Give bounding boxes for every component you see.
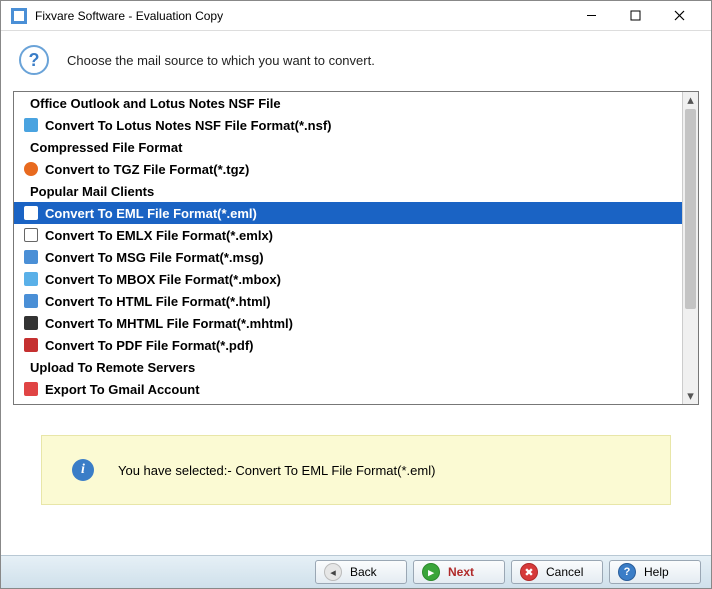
window-title: Fixvare Software - Evaluation Copy	[35, 9, 569, 23]
mhtml-icon	[19, 316, 43, 330]
nsf-icon	[19, 118, 43, 132]
help-icon: ?	[19, 45, 49, 75]
list-item[interactable]: Convert to TGZ File Format(*.tgz)	[14, 158, 682, 180]
next-button[interactable]: ▸ Next	[413, 560, 505, 584]
selection-status-text: You have selected:- Convert To EML File …	[118, 463, 435, 478]
gmail-icon	[19, 382, 43, 396]
msg-icon	[19, 250, 43, 264]
pdf-icon	[19, 338, 43, 352]
instruction-text: Choose the mail source to which you want…	[67, 53, 375, 68]
format-list[interactable]: Office Outlook and Lotus Notes NSF File C…	[14, 92, 682, 404]
mbox-icon	[19, 272, 43, 286]
tgz-icon	[19, 162, 43, 176]
close-button[interactable]	[657, 1, 701, 31]
maximize-button[interactable]	[613, 1, 657, 31]
next-button-label: Next	[448, 565, 474, 579]
list-item-label: Convert To EML File Format(*.eml)	[43, 206, 257, 221]
list-item[interactable]: Convert To PDF File Format(*.pdf)	[14, 334, 682, 356]
info-icon: i	[72, 459, 94, 481]
back-button-label: Back	[350, 565, 377, 579]
section-header-label: Office Outlook and Lotus Notes NSF File	[30, 96, 281, 111]
scroll-thumb[interactable]	[685, 109, 696, 309]
list-item-label: Export To Gmail Account	[43, 382, 200, 397]
app-icon	[11, 8, 27, 24]
html-icon	[19, 294, 43, 308]
list-item[interactable]: Convert To Lotus Notes NSF File Format(*…	[14, 114, 682, 136]
scroll-down-icon[interactable]: ▾	[683, 388, 698, 404]
emlx-icon	[19, 228, 43, 242]
list-section-header: Office Outlook and Lotus Notes NSF File	[14, 92, 682, 114]
cancel-icon: ✖	[520, 563, 538, 581]
list-item-label: Convert To PDF File Format(*.pdf)	[43, 338, 253, 353]
title-bar: Fixvare Software - Evaluation Copy	[1, 1, 711, 31]
list-item[interactable]: Convert To MSG File Format(*.msg)	[14, 246, 682, 268]
list-section-header: Compressed File Format	[14, 136, 682, 158]
window-controls	[569, 1, 701, 31]
help-button[interactable]: ? Help	[609, 560, 701, 584]
eml-icon	[19, 206, 43, 220]
list-item[interactable]: Convert To HTML File Format(*.html)	[14, 290, 682, 312]
list-item[interactable]: Convert To EMLX File Format(*.emlx)	[14, 224, 682, 246]
section-header-label: Popular Mail Clients	[30, 184, 154, 199]
scrollbar[interactable]: ▴ ▾	[682, 92, 698, 404]
footer-bar: ◂ Back ▸ Next ✖ Cancel ? Help	[1, 555, 711, 588]
list-item[interactable]: Export To Gmail Account	[14, 378, 682, 400]
minimize-button[interactable]	[569, 1, 613, 31]
list-item-label: Convert To MBOX File Format(*.mbox)	[43, 272, 281, 287]
help-button-icon: ?	[618, 563, 636, 581]
list-item[interactable]: Convert To EML File Format(*.eml)	[14, 202, 682, 224]
list-item-label: Convert To HTML File Format(*.html)	[43, 294, 271, 309]
list-section-header: Popular Mail Clients	[14, 180, 682, 202]
back-button[interactable]: ◂ Back	[315, 560, 407, 584]
list-item-label: Convert To MSG File Format(*.msg)	[43, 250, 264, 265]
next-icon: ▸	[422, 563, 440, 581]
section-header-label: Upload To Remote Servers	[30, 360, 195, 375]
format-list-container: Office Outlook and Lotus Notes NSF File C…	[13, 91, 699, 405]
back-icon: ◂	[324, 563, 342, 581]
scroll-up-icon[interactable]: ▴	[683, 92, 698, 108]
section-header-label: Compressed File Format	[30, 140, 182, 155]
list-section-header: Upload To Remote Servers	[14, 356, 682, 378]
cancel-button-label: Cancel	[546, 565, 583, 579]
list-item-label: Convert To MHTML File Format(*.mhtml)	[43, 316, 293, 331]
list-item-label: Convert To Lotus Notes NSF File Format(*…	[43, 118, 332, 133]
list-item-label: Convert to TGZ File Format(*.tgz)	[43, 162, 249, 177]
selection-status-box: i You have selected:- Convert To EML Fil…	[41, 435, 671, 505]
help-button-label: Help	[644, 565, 669, 579]
list-item[interactable]: Convert To MHTML File Format(*.mhtml)	[14, 312, 682, 334]
list-item-label: Convert To EMLX File Format(*.emlx)	[43, 228, 273, 243]
list-item[interactable]: Convert To MBOX File Format(*.mbox)	[14, 268, 682, 290]
cancel-button[interactable]: ✖ Cancel	[511, 560, 603, 584]
instruction-header: ? Choose the mail source to which you wa…	[1, 31, 711, 91]
